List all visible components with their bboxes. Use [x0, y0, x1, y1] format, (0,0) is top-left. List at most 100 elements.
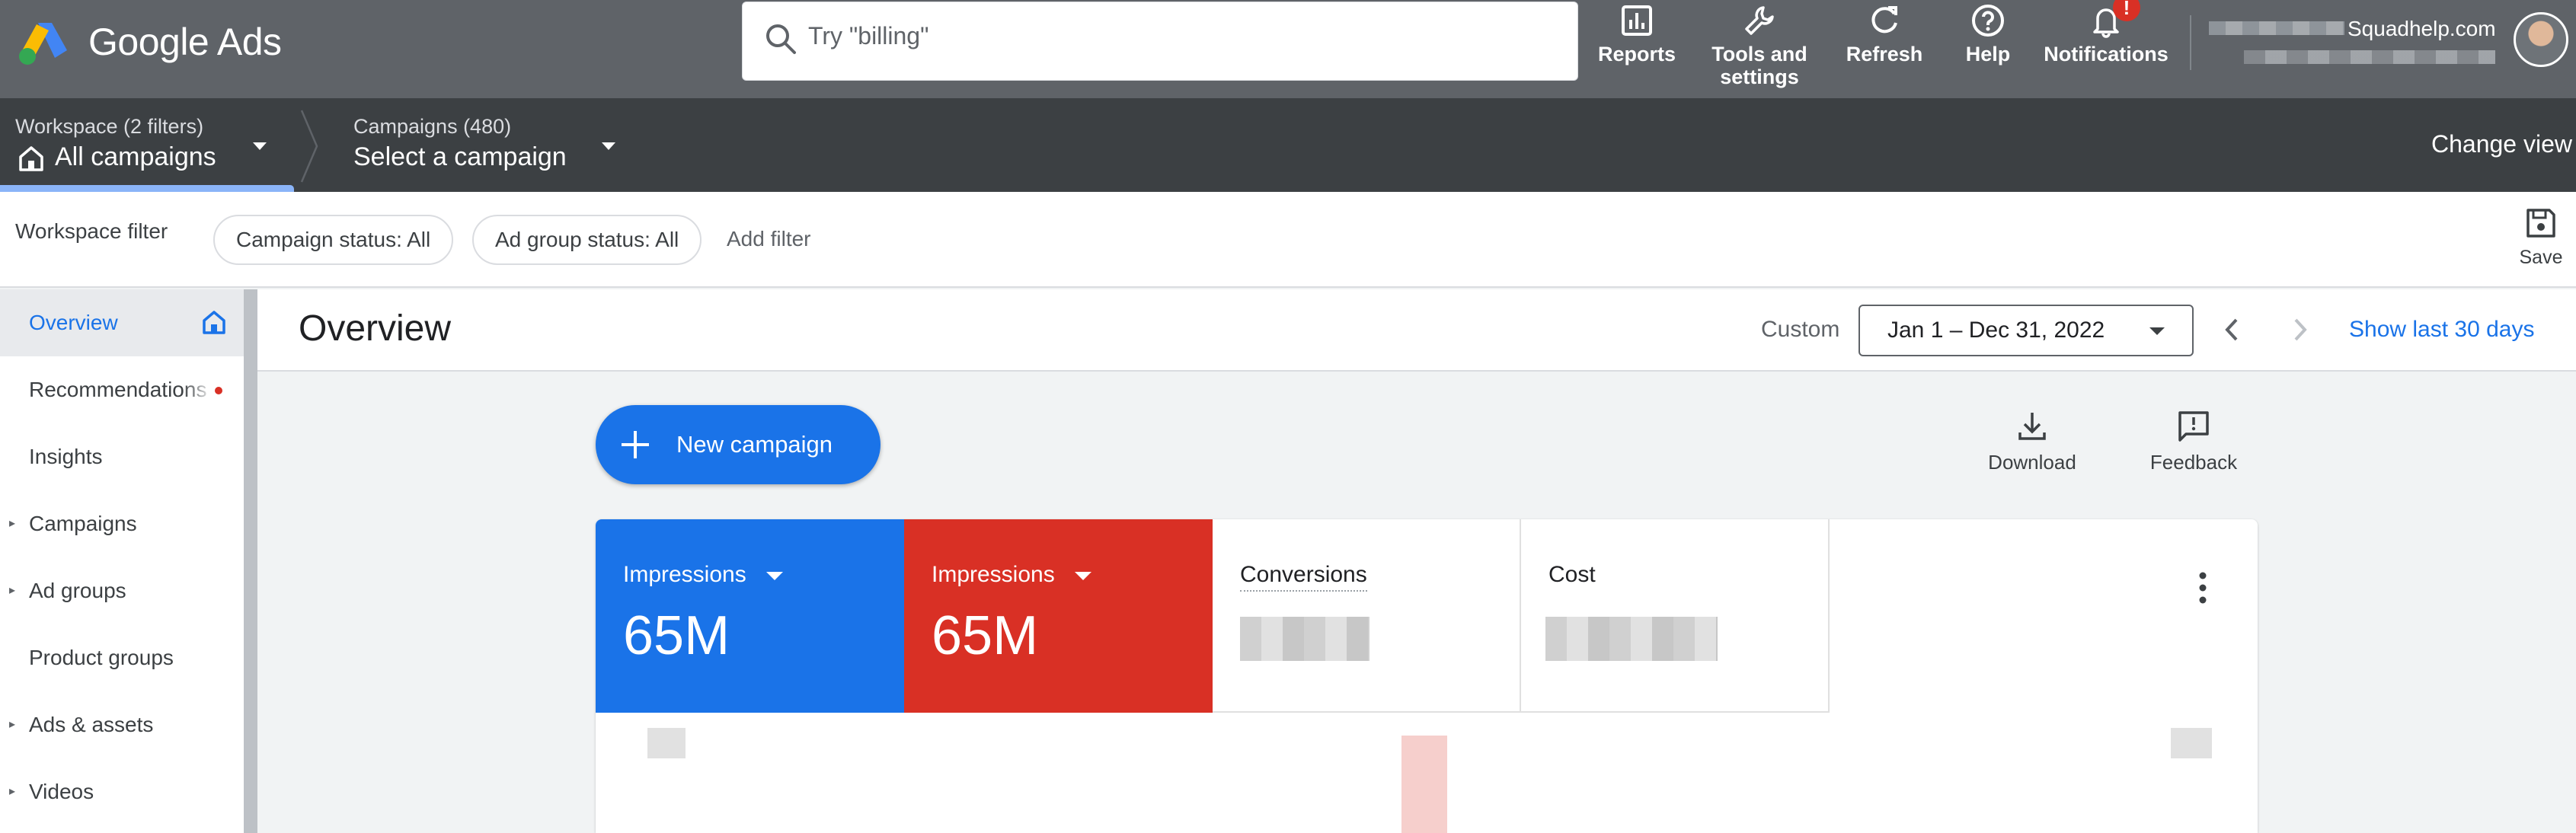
feedback-icon [2178, 411, 2209, 442]
help-label: Help [1965, 43, 2011, 65]
download-icon [2018, 413, 2046, 440]
sidebar-item-label: Videos [29, 780, 94, 803]
feedback-label: Feedback [2149, 451, 2238, 474]
top-bar: Google Ads Try "billing" Reports Tools a… [0, 0, 2576, 98]
scorecard-label-text: Cost [1548, 562, 1596, 587]
save-label: Save [2519, 247, 2563, 268]
avatar[interactable] [2514, 12, 2568, 67]
download-button[interactable]: Download [1979, 405, 2085, 474]
sidebar-item-overview[interactable]: Overview [0, 289, 244, 356]
sidebar-item-label: Ads & assets [29, 713, 154, 736]
scorecard-value-redacted [1545, 617, 1718, 661]
home-icon [19, 146, 43, 171]
next-period-icon[interactable] [2280, 311, 2319, 349]
performance-card: Impressions 65M Impressions 65M Conversi… [596, 519, 2258, 833]
show-last-30-days-link[interactable]: Show last 30 days [2349, 317, 2534, 343]
active-indicator [0, 185, 294, 192]
campaigns-label: Campaigns (480) [353, 115, 512, 138]
account-id-redacted [2244, 50, 2495, 64]
help-icon [1972, 5, 2004, 37]
sidebar-item-insights[interactable]: Insights [0, 423, 244, 490]
chevron-down-icon[interactable] [1075, 570, 1092, 581]
new-campaign-label: New campaign [676, 431, 833, 458]
sidebar-item-recommendations[interactable]: Recommendations [0, 356, 244, 423]
sidebar-item-videos[interactable]: ▸ Videos [0, 758, 244, 825]
navigation-bar: Workspace (2 filters) All campaigns Camp… [0, 98, 2576, 192]
save-button[interactable]: Save [2510, 206, 2571, 269]
sidebar-item-label: Ad groups [29, 579, 126, 602]
sidebar: Overview Recommendations Insights ▸ Camp… [0, 289, 244, 833]
reports-icon [1622, 5, 1652, 36]
tools-and-settings-button[interactable]: Tools and settings [1706, 0, 1813, 98]
notification-dot [215, 387, 222, 394]
date-range-type-label: Custom [1761, 317, 1840, 342]
scorecard-impressions-blue[interactable]: Impressions 65M [596, 519, 904, 713]
sidebar-item-ads-assets[interactable]: ▸ Ads & assets [0, 691, 244, 758]
more-options-icon[interactable] [2188, 565, 2218, 611]
campaigns-value: Select a campaign [353, 142, 567, 171]
google-ads-logo-icon[interactable] [17, 20, 69, 65]
scorecard-label-text: Impressions [623, 562, 746, 587]
divider [2190, 15, 2191, 70]
expand-arrow-icon[interactable]: ▸ [9, 691, 15, 758]
sidebar-item-label: Overview [29, 311, 118, 334]
brand-name[interactable]: Google Ads [88, 20, 282, 64]
refresh-icon [1871, 6, 1897, 34]
sidebar-item-label: Recommendations [29, 378, 207, 401]
workspace-filter-label: Workspace filter [15, 219, 168, 243]
expand-arrow-icon[interactable]: ▸ [9, 490, 15, 557]
workspace-value: All campaigns [55, 142, 216, 171]
scorecard-label-text: Impressions [932, 562, 1055, 587]
change-view-button[interactable]: Change view [2431, 130, 2572, 158]
refresh-button[interactable]: Refresh [1839, 0, 1930, 98]
notifications-button[interactable]: ! Notifications [2035, 0, 2177, 98]
account-email[interactable]: Squadhelp.com [2347, 17, 2496, 41]
scorecard-conversions[interactable]: Conversions [1213, 519, 1521, 713]
breadcrumb-separator-icon [300, 110, 318, 183]
sidebar-item-campaigns[interactable]: ▸ Campaigns [0, 490, 244, 557]
download-label: Download [1988, 451, 2076, 474]
scorecard-value-redacted [1240, 617, 1369, 661]
chevron-down-icon [2149, 327, 2165, 335]
scorecard-label: Cost [1548, 562, 1596, 588]
overview-header: Overview Custom Jan 1 – Dec 31, 2022 Sho… [257, 289, 2576, 372]
add-filter-button[interactable]: Add filter [727, 227, 811, 251]
scorecard-value: 65M [623, 605, 730, 666]
chevron-down-icon[interactable] [248, 135, 271, 158]
chart-area [602, 728, 2252, 833]
home-icon [203, 311, 225, 334]
sidebar-item-label: Campaigns [29, 512, 137, 535]
text-fade [183, 356, 213, 423]
workspace-label: Workspace (2 filters) [15, 115, 204, 138]
chevron-down-icon[interactable] [766, 570, 784, 581]
save-icon [2526, 209, 2555, 238]
sidebar-item-product-groups[interactable]: Product groups [0, 624, 244, 691]
help-button[interactable]: Help [1950, 0, 2026, 98]
reports-button[interactable]: Reports [1595, 0, 1679, 98]
scorecard-label: Impressions [623, 562, 784, 588]
sidebar-scrollbar[interactable] [244, 289, 257, 833]
feedback-button[interactable]: Feedback [2140, 405, 2247, 474]
search-box[interactable]: Try "billing" [742, 2, 1578, 81]
previous-period-icon[interactable] [2213, 311, 2252, 349]
date-range-picker[interactable]: Jan 1 – Dec 31, 2022 [1858, 305, 2194, 356]
sidebar-item-label: Insights [29, 445, 103, 468]
workspace-filter-bar: Workspace filter Campaign status: All Ad… [0, 192, 2576, 288]
notifications-label: Notifications [2044, 43, 2169, 65]
campaign-status-chip[interactable]: Campaign status: All [213, 215, 454, 265]
new-campaign-button[interactable]: New campaign [596, 405, 881, 484]
chevron-down-icon[interactable] [597, 135, 620, 158]
search-placeholder: Try "billing" [808, 22, 929, 49]
search-icon [766, 24, 796, 54]
expand-arrow-icon[interactable]: ▸ [9, 557, 15, 624]
ad-group-status-chip[interactable]: Ad group status: All [472, 215, 702, 265]
scorecard-label: Conversions [1240, 562, 1367, 592]
date-range-value: Jan 1 – Dec 31, 2022 [1887, 318, 2105, 343]
chart-redacted [647, 728, 686, 758]
scorecard-impressions-red[interactable]: Impressions 65M [904, 519, 1213, 713]
scorecard-cost[interactable]: Cost [1521, 519, 1830, 713]
chart-redacted [2171, 728, 2212, 758]
expand-arrow-icon[interactable]: ▸ [9, 758, 15, 825]
refresh-label: Refresh [1846, 43, 1923, 65]
sidebar-item-ad-groups[interactable]: ▸ Ad groups [0, 557, 244, 624]
